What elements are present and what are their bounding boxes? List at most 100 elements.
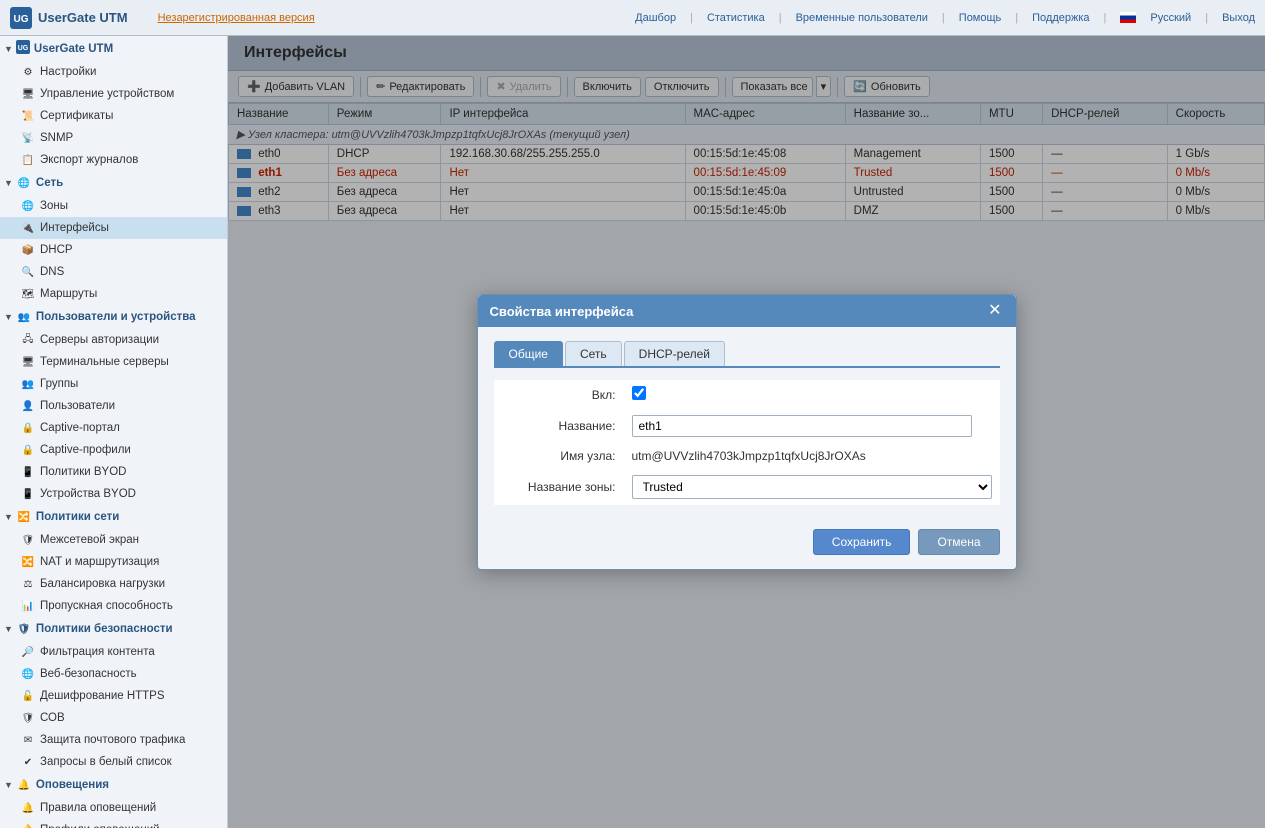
name-input[interactable]	[632, 415, 972, 437]
web-security-icon: 🌐	[20, 666, 36, 682]
sidebar-item-mail-protection[interactable]: ✉ Защита почтового трафика	[0, 729, 227, 751]
form-row-node: Имя узла: utm@UVVzlih4703kJmpzp1tqfxUcj8…	[494, 443, 1000, 469]
sidebar-label-interfaces: Интерфейсы	[40, 222, 109, 234]
captive-portal-icon: 🔒	[20, 420, 36, 436]
sidebar-label-users: Пользователи	[40, 400, 115, 412]
loadbalance-icon: ⚖	[20, 576, 36, 592]
nav-support[interactable]: Поддержка	[1032, 12, 1089, 24]
sidebar-item-cob[interactable]: 🛡 СОВ	[0, 707, 227, 729]
unregistered-link[interactable]: Незарегистрированная версия	[158, 12, 315, 24]
snmp-icon: 📡	[20, 130, 36, 146]
sidebar-item-zones[interactable]: 🌐 Зоны	[0, 195, 227, 217]
modal-tab-network[interactable]: Сеть	[565, 341, 622, 366]
sidebar-item-captive-profiles[interactable]: 🔒 Captive-профили	[0, 439, 227, 461]
sidebar-label-notification-profiles: Профили оповещений	[40, 824, 160, 828]
sidebar-item-dns[interactable]: 🔍 DNS	[0, 261, 227, 283]
sidebar-icon-usergate: UG	[16, 40, 30, 57]
nav-temp-users[interactable]: Временные пользователи	[796, 12, 928, 24]
modal-title-bar: Свойства интерфейса ✕	[478, 295, 1016, 327]
sidebar-item-users[interactable]: 👤 Пользователи	[0, 395, 227, 417]
nav-statistics[interactable]: Статистика	[707, 12, 765, 24]
sidebar-item-nat[interactable]: 🔀 NAT и маршрутизация	[0, 551, 227, 573]
sidebar-item-notification-rules[interactable]: 🔔 Правила оповещений	[0, 797, 227, 819]
sidebar-item-https-decrypt[interactable]: 🔓 Дешифрование HTTPS	[0, 685, 227, 707]
sidebar-group-security[interactable]: ▼ 🛡 Политики безопасности	[0, 617, 227, 641]
sidebar-group-net-policies[interactable]: ▼ 🔀 Политики сети	[0, 505, 227, 529]
sidebar-label-bandwidth: Пропускная способность	[40, 600, 173, 612]
sidebar-label-zones: Зоны	[40, 200, 68, 212]
sidebar-item-bandwidth[interactable]: 📊 Пропускная способность	[0, 595, 227, 617]
sidebar-label-firewall: Межсетевой экран	[40, 534, 139, 546]
auth-servers-icon: 🖧	[20, 332, 36, 348]
sidebar-label-routes: Маршруты	[40, 288, 97, 300]
sidebar-item-snmp[interactable]: 📡 SNMP	[0, 127, 227, 149]
enabled-value	[624, 380, 1000, 409]
cancel-button[interactable]: Отмена	[918, 529, 999, 555]
sidebar-item-settings[interactable]: ⚙ Настройки	[0, 61, 227, 83]
enabled-checkbox[interactable]	[632, 386, 646, 400]
sidebar-group-usergate[interactable]: ▼ UG UserGate UTM	[0, 36, 227, 61]
sidebar-item-certs[interactable]: 📜 Сертификаты	[0, 105, 227, 127]
device-mgmt-icon: 🖥	[20, 86, 36, 102]
net-policies-icon: 🔀	[16, 509, 32, 525]
sidebar-item-loadbalance[interactable]: ⚖ Балансировка нагрузки	[0, 573, 227, 595]
sidebar-label-loadbalance: Балансировка нагрузки	[40, 578, 165, 590]
properties-form: Вкл: Название:	[494, 380, 1000, 505]
sidebar-label-dns: DNS	[40, 266, 64, 278]
sidebar-item-web-security[interactable]: 🌐 Веб-безопасность	[0, 663, 227, 685]
node-value: utm@UVVzlih4703kJmpzp1tqfxUcj8JrOXAs	[624, 443, 1000, 469]
sidebar: ▼ UG UserGate UTM ⚙ Настройки 🖥 Управлен…	[0, 36, 228, 828]
nav-help[interactable]: Помощь	[959, 12, 1002, 24]
sidebar-item-captive-portal[interactable]: 🔒 Captive-портал	[0, 417, 227, 439]
sidebar-label-web-security: Веб-безопасность	[40, 668, 137, 680]
zone-label: Название зоны:	[494, 469, 624, 505]
notification-rules-icon: 🔔	[20, 800, 36, 816]
sidebar-label-mail-protection: Защита почтового трафика	[40, 734, 185, 746]
nav-dashboard[interactable]: Дашбор	[635, 12, 676, 24]
svg-text:UG: UG	[14, 14, 29, 25]
captive-profiles-icon: 🔒	[20, 442, 36, 458]
terminal-servers-icon: 🖥	[20, 354, 36, 370]
nav-logout[interactable]: Выход	[1222, 12, 1255, 24]
sidebar-label-export-logs: Экспорт журналов	[40, 154, 138, 166]
sidebar-item-groups[interactable]: 👥 Группы	[0, 373, 227, 395]
sidebar-item-interfaces[interactable]: 🔌 Интерфейсы	[0, 217, 227, 239]
sidebar-item-content-filter[interactable]: 🔎 Фильтрация контента	[0, 641, 227, 663]
nav-lang[interactable]: Русский	[1150, 12, 1191, 24]
sidebar-item-export-logs[interactable]: 📋 Экспорт журналов	[0, 149, 227, 171]
sidebar-label-captive-profiles: Captive-профили	[40, 444, 131, 456]
modal-tab-general[interactable]: Общие	[494, 341, 563, 366]
modal-tab-dhcp-relay[interactable]: DHCP-релей	[624, 341, 725, 366]
content-area: Интерфейсы ➕ Добавить VLAN ✏ Редактирова…	[228, 36, 1265, 828]
sidebar-group-notifications[interactable]: ▼ 🔔 Оповещения	[0, 773, 227, 797]
sidebar-item-auth-servers[interactable]: 🖧 Серверы авторизации	[0, 329, 227, 351]
sidebar-label-groups: Группы	[40, 378, 78, 390]
sidebar-item-routes[interactable]: 🗺 Маршруты	[0, 283, 227, 305]
sidebar-item-firewall[interactable]: 🛡 Межсетевой экран	[0, 529, 227, 551]
zone-select[interactable]: Trusted Untrusted Management DMZ	[632, 475, 992, 499]
sidebar-group-network[interactable]: ▼ 🌐 Сеть	[0, 171, 227, 195]
sidebar-item-byod-policies[interactable]: 📱 Политики BYOD	[0, 461, 227, 483]
sidebar-item-terminal-servers[interactable]: 🖥 Терминальные серверы	[0, 351, 227, 373]
form-row-name: Название:	[494, 409, 1000, 443]
save-button[interactable]: Сохранить	[813, 529, 911, 555]
expand-arrow-users: ▼	[4, 312, 13, 322]
sidebar-label-byod-policies: Политики BYOD	[40, 466, 126, 478]
sidebar-item-dhcp[interactable]: 📦 DHCP	[0, 239, 227, 261]
modal-close-button[interactable]: ✕	[986, 303, 1003, 319]
sidebar-label-terminal-servers: Терминальные серверы	[40, 356, 169, 368]
interface-properties-modal: Свойства интерфейса ✕ Общие Сеть DHCP-ре…	[477, 294, 1017, 570]
top-navigation: Дашбор | Статистика | Временные пользова…	[315, 12, 1255, 24]
zone-value: Trusted Untrusted Management DMZ	[624, 469, 1000, 505]
sidebar-label-dhcp: DHCP	[40, 244, 73, 256]
sidebar-label-snmp: SNMP	[40, 132, 73, 144]
sidebar-item-device-mgmt[interactable]: 🖥 Управление устройством	[0, 83, 227, 105]
sidebar-item-whitelist[interactable]: ✔ Запросы в белый список	[0, 751, 227, 773]
sidebar-group-users[interactable]: ▼ 👥 Пользователи и устройства	[0, 305, 227, 329]
expand-arrow-notifications: ▼	[4, 780, 13, 790]
form-row-zone: Название зоны: Trusted Untrusted Managem…	[494, 469, 1000, 505]
security-icon: 🛡	[16, 621, 32, 637]
whitelist-icon: ✔	[20, 754, 36, 770]
sidebar-item-byod-devices[interactable]: 📱 Устройства BYOD	[0, 483, 227, 505]
sidebar-item-notification-profiles[interactable]: 🔔 Профили оповещений	[0, 819, 227, 828]
